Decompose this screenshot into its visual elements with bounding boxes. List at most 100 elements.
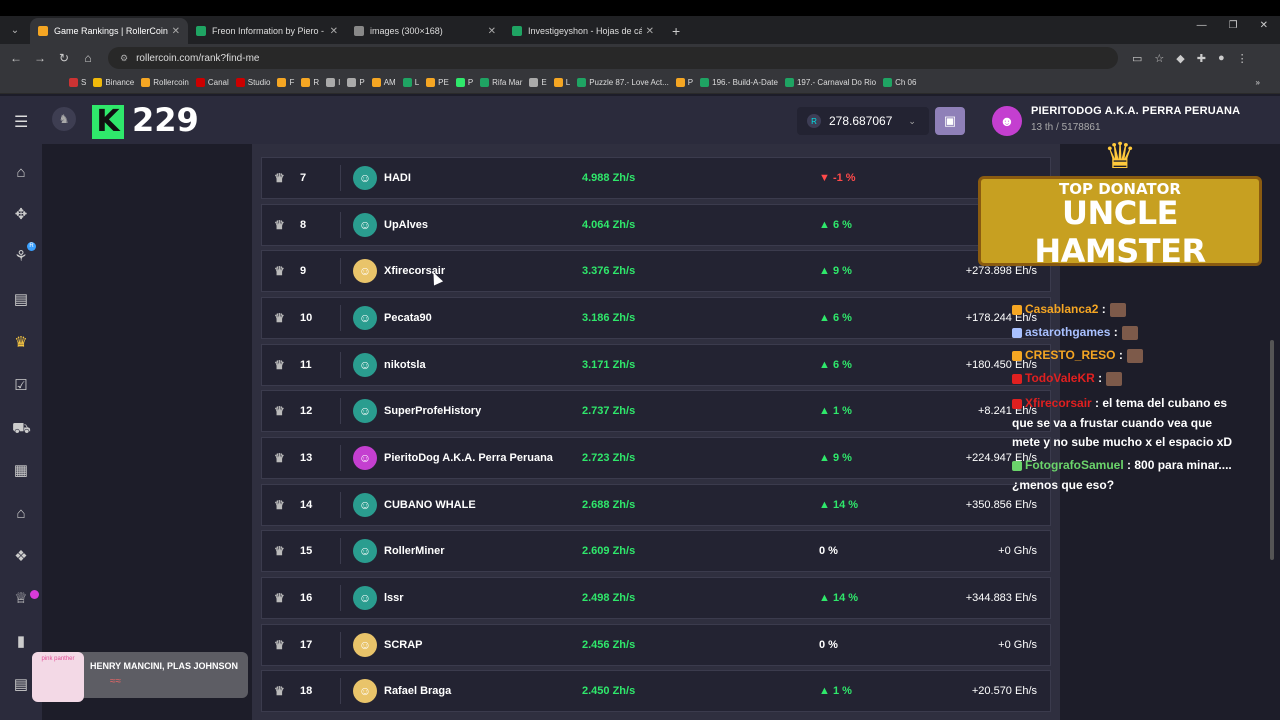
table-row[interactable]: ♛8☺UpAlves4.064 Zh/s▲ 6 %+	[261, 204, 1051, 246]
chat-username[interactable]: astarothgames	[1025, 325, 1110, 339]
tab-freon-information[interactable]: Freon Information by Piero - Ho ✕	[188, 18, 346, 44]
leaderboard-icon[interactable]: ▮	[12, 633, 30, 651]
avatar[interactable]: ☺	[353, 493, 377, 517]
player-name[interactable]: lssr	[384, 592, 568, 604]
balance-selector[interactable]: R 278.687067 ⌄	[797, 107, 929, 135]
player-name[interactable]: nikotsla	[384, 359, 568, 371]
bookmark-item[interactable]: S	[69, 78, 86, 87]
bookmark-item[interactable]: PE	[426, 78, 449, 87]
table-row[interactable]: ♛ 17 ☺ SCRAP 2.456 Zh/s 0 % +0 Gh/s	[261, 624, 1051, 666]
puzzle-icon[interactable]: ✚	[1197, 52, 1206, 65]
marketplace-icon[interactable]: ▤	[12, 291, 30, 309]
extension-icon[interactable]: ◆	[1176, 52, 1184, 65]
player-name[interactable]: HADI	[384, 172, 568, 184]
avatar[interactable]: ☺	[353, 633, 377, 657]
bookmark-item[interactable]: P	[347, 78, 365, 87]
player-name[interactable]: Xfirecorsair	[384, 265, 568, 277]
forward-icon[interactable]: →	[28, 51, 52, 65]
avatar[interactable]: ☻	[992, 106, 1022, 136]
bookmark-star-icon[interactable]: ☆	[1154, 52, 1164, 65]
bookmark-item[interactable]: F	[277, 78, 294, 87]
bookmark-item[interactable]: I	[326, 78, 340, 87]
player-name[interactable]: SuperProfeHistory	[384, 405, 568, 417]
avatar[interactable]: ☺	[353, 353, 377, 377]
storage-icon[interactable]: ▦	[12, 462, 30, 480]
table-row[interactable]: ♛ 12 ☺ SuperProfeHistory 2.737 Zh/s ▲ 1 % +8.2…	[261, 390, 1051, 432]
maximize-icon[interactable]: ❐	[1229, 20, 1238, 31]
chat-username[interactable]: TodoValeKR	[1025, 371, 1095, 385]
game-avatar-icon[interactable]: ♞	[52, 107, 76, 131]
chat-username[interactable]: CRESTO_RESO	[1025, 348, 1115, 362]
bank-icon[interactable]: ⌂	[12, 505, 30, 523]
bookmark-item[interactable]: Rollercoin	[141, 78, 189, 87]
chat-username[interactable]: Xfirecorsair	[1025, 396, 1092, 410]
back-icon[interactable]: ←	[4, 51, 28, 65]
avatar[interactable]: ☺	[353, 679, 377, 703]
player-name[interactable]: Pecata90	[384, 312, 568, 324]
avatar[interactable]: ☺	[353, 586, 377, 610]
tasks-icon[interactable]: ☑	[12, 377, 30, 395]
bookmark-item[interactable]: Binance	[93, 78, 134, 87]
url-field[interactable]: ⚙ rollercoin.com/rank?find-me	[108, 47, 1118, 69]
table-row[interactable]: ♛ 14 ☺ CUBANO WHALE 2.688 Zh/s ▲ 14 % +350.856…	[261, 484, 1051, 526]
player-name[interactable]: RollerMiner	[384, 545, 568, 557]
more-bookmarks-icon[interactable]: »	[1256, 78, 1260, 87]
avatar[interactable]: ☺	[353, 539, 377, 563]
profile-icon[interactable]: ●	[1218, 52, 1225, 65]
crown-icon[interactable]: ♛	[12, 334, 30, 352]
cast-icon[interactable]: ▭	[1132, 52, 1142, 65]
avatar[interactable]: ☺	[353, 213, 377, 237]
player-name[interactable]: PieritoDog A.K.A. Perra Peruana	[384, 452, 568, 464]
close-icon[interactable]: ✕	[646, 26, 654, 37]
feed-icon[interactable]: ▤	[12, 676, 30, 694]
tab-game-rankings[interactable]: Game Rankings | RollerCoin.com ✕	[30, 18, 188, 44]
table-row[interactable]: ♛ 10 ☺ Pecata90 3.186 Zh/s ▲ 6 % +178.244 Eh/s	[261, 297, 1051, 339]
avatar[interactable]: ☺	[353, 399, 377, 423]
table-row[interactable]: ♛ 18 ☺ Rafael Braga 2.450 Zh/s ▲ 1 % +20.570 E…	[261, 670, 1051, 712]
player-name[interactable]: Rafael Braga	[384, 685, 568, 697]
gift-icon[interactable]: ❖	[12, 548, 30, 566]
table-row[interactable]: ♛ 11 ☺ nikotsla 3.171 Zh/s ▲ 6 % +180.450 Eh/s	[261, 344, 1051, 386]
close-icon[interactable]: ✕	[488, 26, 496, 37]
bookmark-item[interactable]: Puzzle 87.- Love Act...	[577, 78, 669, 87]
bookmark-item[interactable]: P	[455, 78, 473, 87]
close-window-icon[interactable]: ✕	[1260, 20, 1268, 31]
player-name[interactable]: CUBANO WHALE	[384, 499, 568, 511]
bookmark-item[interactable]: AM	[371, 78, 396, 87]
reload-icon[interactable]: ↻	[52, 51, 76, 65]
site-info-icon[interactable]: ⚙	[120, 53, 128, 64]
tab-investigeyshon[interactable]: Investigeyshon - Hojas de cálcu ✕	[504, 18, 662, 44]
bookmark-item[interactable]: Ch 06	[883, 78, 916, 87]
chip-icon[interactable]: ⚘	[12, 248, 30, 266]
avatar[interactable]: ☺	[353, 166, 377, 190]
avatar[interactable]: ☺	[353, 259, 377, 283]
table-row[interactable]: ♛ 7 ☺ HADI 4.988 Zh/s ▼ -1 %	[261, 157, 1051, 199]
player-name[interactable]: SCRAP	[384, 639, 568, 651]
cart-icon[interactable]: ⛟	[12, 420, 31, 438]
bookmark-item[interactable]: 197.- Carnaval Do Rio	[784, 78, 876, 87]
close-icon[interactable]: ✕	[172, 26, 180, 37]
table-row[interactable]: ♛ 15 ☺ RollerMiner 2.609 Zh/s 0 % +0 Gh/s	[261, 530, 1051, 572]
bookmark-item[interactable]: Studio	[235, 78, 270, 87]
bookmark-item[interactable]: 196.- Build-A-Date	[700, 78, 778, 87]
page-scrollbar[interactable]	[1270, 340, 1274, 560]
avatar[interactable]: ☺	[353, 306, 377, 330]
wallet-button[interactable]: ▣	[935, 107, 965, 135]
table-row[interactable]: ♛ 9 ☺ Xfirecorsair 3.376 Zh/s ▲ 9 % +273.898 E…	[261, 250, 1051, 292]
table-row[interactable]: ♛ 16 ☺ lssr 2.498 Zh/s ▲ 14 % +344.883 Eh/s	[261, 577, 1051, 619]
hamburger-menu-icon[interactable]: ☰	[14, 112, 28, 132]
trophy-icon[interactable]: ♕	[12, 590, 30, 608]
bookmark-item[interactable]: Rifa Mar	[480, 78, 522, 87]
home-icon[interactable]: ⌂	[12, 164, 30, 182]
home-icon[interactable]: ⌂	[76, 51, 100, 65]
avatar[interactable]: ☺	[353, 446, 377, 470]
bookmark-item[interactable]: Canal	[195, 78, 229, 87]
bookmark-item[interactable]: R	[301, 78, 319, 87]
chat-username[interactable]: FotografoSamuel	[1025, 458, 1124, 472]
minimize-icon[interactable]: —	[1197, 20, 1207, 31]
close-icon[interactable]: ✕	[330, 26, 338, 37]
new-tab-button[interactable]: +	[672, 23, 680, 39]
gamepad-icon[interactable]: ✥	[12, 206, 30, 224]
menu-icon[interactable]: ⋮	[1237, 52, 1248, 65]
bookmark-item[interactable]: L	[553, 78, 570, 87]
